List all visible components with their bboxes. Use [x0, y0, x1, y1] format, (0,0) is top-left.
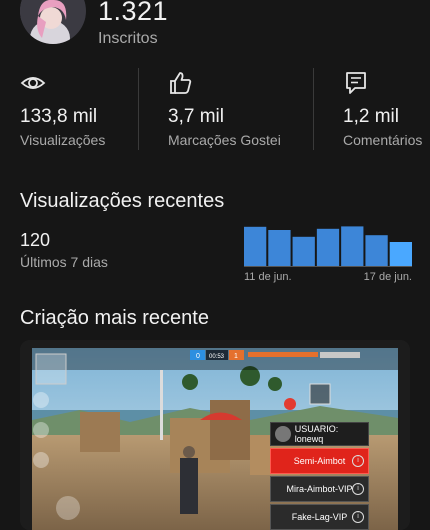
recent-views-title: Visualizações recentes [20, 190, 225, 212]
overlay-menu-header: USUARIO: lonewq [270, 422, 369, 446]
eye-icon [20, 77, 46, 89]
stat-comments-value: 1,2 mil [343, 106, 399, 127]
divider [138, 68, 139, 150]
stat-likes-value: 3,7 mil [168, 106, 224, 127]
stat-views-value: 133,8 mil [20, 106, 98, 127]
channel-avatar[interactable] [20, 0, 86, 44]
hud-right-count: 1 [234, 353, 238, 360]
user-avatar-icon [275, 426, 291, 442]
stat-likes-label: Marcações Gostei [168, 132, 281, 148]
chart-bar [341, 226, 364, 266]
recent-views-chart[interactable]: 11 de jun. 17 de jun. [244, 226, 412, 286]
info-icon: i [352, 483, 364, 495]
stat-comments-label: Comentários [343, 132, 423, 148]
overlay-menu-user: USUARIO: lonewq [294, 424, 339, 444]
chart-bar [244, 226, 267, 266]
chart-tick-label: 17 de jun. [364, 271, 412, 283]
chart-bar [292, 236, 315, 266]
chart-bar [316, 228, 340, 266]
overlay-menu-item-label: Fake-Lag-VIP [291, 512, 348, 522]
subscriber-count: 1.321 [98, 0, 169, 26]
hud-timer: 00:53 [209, 354, 225, 360]
overlay-menu-item[interactable]: Semi-Aimbot i [270, 448, 369, 474]
stats-row: 133,8 mil Visualizações 3,7 mil Marcaçõe… [0, 66, 430, 152]
overlay-menu-item[interactable]: Fake-Lag-VIP i [270, 504, 369, 530]
recent-views-value: 120 [20, 230, 51, 250]
comment-icon [346, 72, 366, 94]
avatar-image [20, 0, 86, 44]
subscriber-label: Inscritos [98, 30, 158, 47]
info-icon: i [352, 511, 364, 523]
chart-bar [365, 235, 388, 266]
overlay-cheat-menu: USUARIO: lonewq Semi-Aimbot i Mira-Aimbo… [270, 422, 369, 530]
overlay-menu-item-label: Mira-Aimbot-VIP [286, 484, 353, 494]
hud-left-count: 0 [196, 353, 200, 360]
bar-chart: 11 de jun. 17 de jun. [244, 226, 412, 283]
info-icon: i [352, 455, 364, 467]
overlay-menu-item[interactable]: Mira-Aimbot-VIP i [270, 476, 369, 502]
channel-header: 1.321 Inscritos [20, 0, 420, 54]
chart-bar [268, 230, 291, 266]
divider [313, 68, 314, 150]
stat-views-label: Visualizações [20, 132, 106, 148]
recent-views-period: Últimos 7 dias [20, 254, 108, 270]
thumbs-up-icon [170, 72, 192, 94]
latest-creation-title: Criação mais recente [20, 307, 209, 329]
overlay-menu-item-label: Semi-Aimbot [293, 456, 346, 466]
chart-bar [389, 242, 412, 266]
chart-tick-label: 11 de jun. [244, 271, 292, 283]
